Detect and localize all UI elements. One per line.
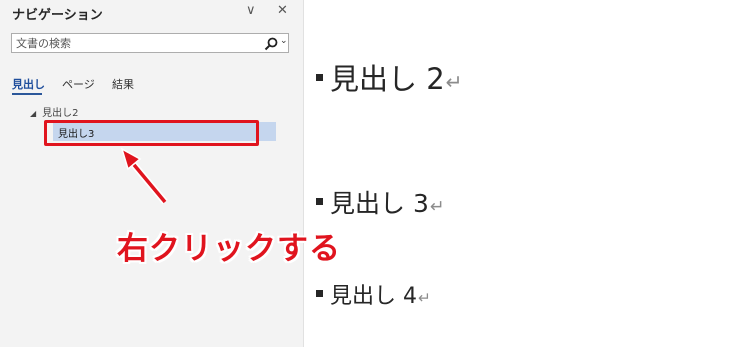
bullet-icon: [316, 73, 323, 81]
search-icon[interactable]: [263, 36, 279, 52]
pane-options-chevron-icon[interactable]: ∨: [246, 3, 256, 18]
search-box[interactable]: ⌄: [11, 33, 289, 53]
navigation-pane-title: ナビゲーション: [12, 8, 103, 23]
document-heading-4[interactable]: 見出し 4↵: [316, 278, 431, 310]
heading-text: 見出し 3: [330, 189, 429, 218]
paragraph-mark-icon: ↵: [445, 70, 463, 94]
tab-results[interactable]: 結果: [112, 76, 134, 92]
tab-pages[interactable]: ページ: [62, 76, 95, 92]
document-heading-2[interactable]: 見出し 2↵: [316, 56, 463, 98]
tree-item-heading-2[interactable]: ◢ 見出し2: [30, 104, 79, 119]
heading-text: 見出し 4: [330, 284, 417, 309]
callout-text: 右クリックする: [117, 231, 341, 267]
tab-headings[interactable]: 見出し: [12, 76, 45, 92]
document-heading-3[interactable]: 見出し 3↵: [316, 184, 445, 220]
bullet-icon: [316, 289, 323, 297]
close-icon[interactable]: ✕: [277, 3, 288, 18]
callout-arrow-icon: [120, 147, 168, 205]
heading-text: 見出し 2: [330, 62, 445, 96]
tree-item-label: 見出し2: [42, 108, 79, 119]
paragraph-mark-icon: ↵: [429, 197, 445, 217]
paragraph-mark-icon: ↵: [418, 289, 431, 307]
expand-triangle-icon[interactable]: ◢: [30, 109, 36, 118]
bullet-icon: [316, 197, 323, 205]
active-tab-indicator: [12, 93, 42, 95]
search-input[interactable]: [16, 35, 256, 51]
search-options-chevron-icon[interactable]: ⌄: [280, 36, 288, 46]
